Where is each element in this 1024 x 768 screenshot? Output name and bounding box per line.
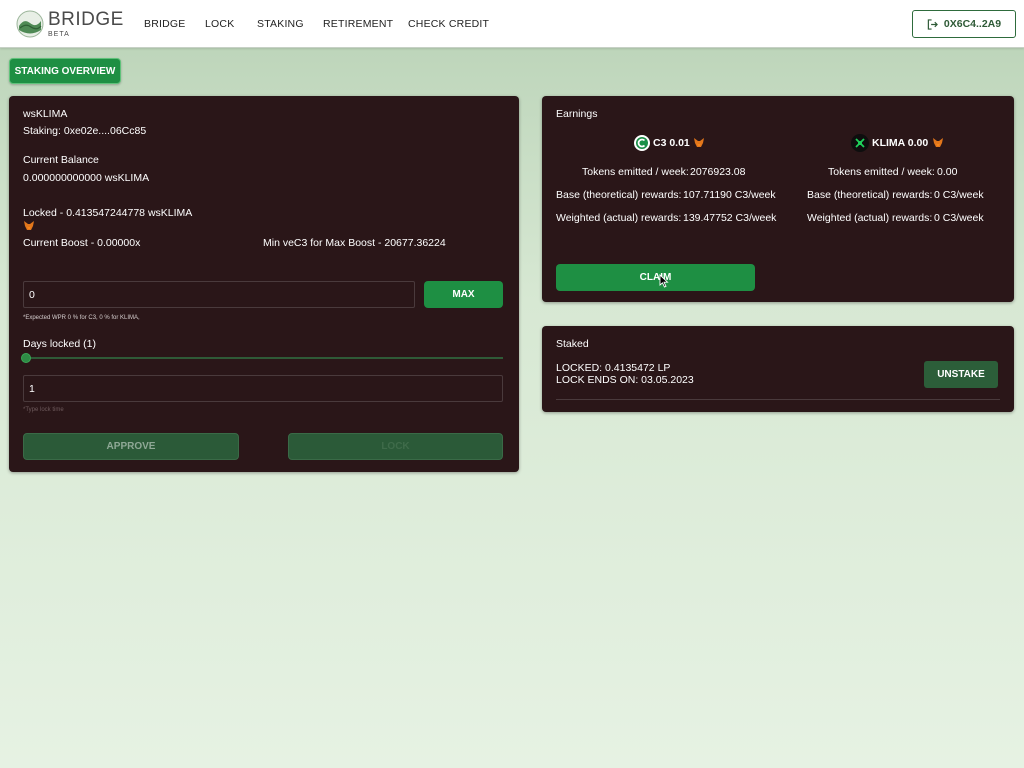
unstake-button[interactable]: UNSTAKE [924,361,998,388]
klima-token-icon [851,134,869,152]
staked-title: Staked [556,338,589,350]
metamask-fox-icon[interactable] [24,221,34,230]
staked-panel: Staked LOCKED: 0.4135472 LP LOCK ENDS ON… [542,326,1014,412]
c3-amount: C3 0.01 [653,137,690,149]
c3-tokens-emitted-value: 2076923.08 [690,166,746,178]
c3-weighted-rewards-value: 139.47752 C3/week [683,212,777,224]
current-balance-value: 0.000000000000 wsKLIMA [23,172,150,184]
metamask-fox-icon[interactable] [694,138,704,147]
days-slider-track[interactable] [23,357,503,359]
earnings-panel: Earnings C3 0.01 Tokens emitted / week: … [542,96,1014,302]
top-navigation-bar: BRIDGE BETA BRIDGE LOCK STAKING RETIREME… [0,0,1024,48]
days-locked-label: Days locked (1) [23,338,96,350]
min-vec3-max-boost: Min veC3 for Max Boost - 20677.36224 [263,237,446,249]
nav-link-lock[interactable]: LOCK [205,18,234,30]
c3-weighted-rewards-label: Weighted (actual) rewards: [556,212,682,224]
staked-locked: LOCKED: 0.4135472 LP [556,362,671,374]
expected-wpr: *Expected WPR 0 % for C3, 0 % for KLIMA, [23,315,140,321]
klima-base-rewards-label: Base (theoretical) rewards: [807,189,933,201]
staking-address: Staking: 0xe02e....06Cc85 [23,125,147,137]
metamask-fox-icon[interactable] [933,138,943,147]
lock-ends-on: LOCK ENDS ON: 03.05.2023 [556,374,694,386]
approve-button[interactable]: APPROVE [23,433,239,460]
nav-link-check-credit[interactable]: CHECK CREDIT [408,18,489,30]
klima-weighted-rewards-label: Weighted (actual) rewards: [807,212,933,224]
amount-input[interactable]: 0 [23,281,415,308]
nav-link-staking[interactable]: STAKING [257,18,304,30]
staking-overview-button[interactable]: STAKING OVERVIEW [9,58,121,84]
max-button[interactable]: MAX [424,281,503,308]
brand-title: BRIDGE [48,9,124,30]
logout-icon [927,18,938,30]
wallet-address: 0X6C4..2A9 [943,18,1002,30]
current-balance-label: Current Balance [23,154,99,166]
mouse-cursor-icon [659,274,669,288]
type-lock-hint: *Type lock time [23,407,64,413]
c3-base-rewards-value: 107.71190 C3/week [683,189,776,201]
c3-base-rewards-label: Base (theoretical) rewards: [556,189,682,201]
days-slider-thumb[interactable] [21,353,31,363]
klima-weighted-rewards-value: 0 C3/week [934,212,984,224]
days-input[interactable]: 1 [23,375,503,402]
bridge-logo-icon[interactable] [16,10,44,38]
klima-base-rewards-value: 0 C3/week [934,189,984,201]
staked-divider [556,399,1000,400]
c3-token-icon [634,135,650,151]
lock-button[interactable]: LOCK [288,433,503,460]
klima-tokens-emitted-label: Tokens emitted / week: [828,166,935,178]
staking-panel: wsKLIMA Staking: 0xe02e....06Cc85 Curren… [9,96,519,472]
earnings-title: Earnings [556,108,598,120]
nav-link-retirement[interactable]: RETIREMENT [323,18,393,30]
klima-amount: KLIMA 0.00 [872,137,929,149]
nav-link-bridge[interactable]: BRIDGE [144,18,185,30]
current-boost: Current Boost - 0.00000x [23,237,141,249]
klima-tokens-emitted-value: 0.00 [937,166,958,178]
brand-subtitle: BETA [48,31,70,38]
claim-button[interactable]: CLAIM [556,264,755,291]
locked-amount: Locked - 0.413547244778 wsKLIMA [23,207,193,219]
token-name: wsKLIMA [23,108,68,120]
wallet-button[interactable]: 0X6C4..2A9 [912,10,1016,38]
c3-tokens-emitted-label: Tokens emitted / week: [582,166,689,178]
